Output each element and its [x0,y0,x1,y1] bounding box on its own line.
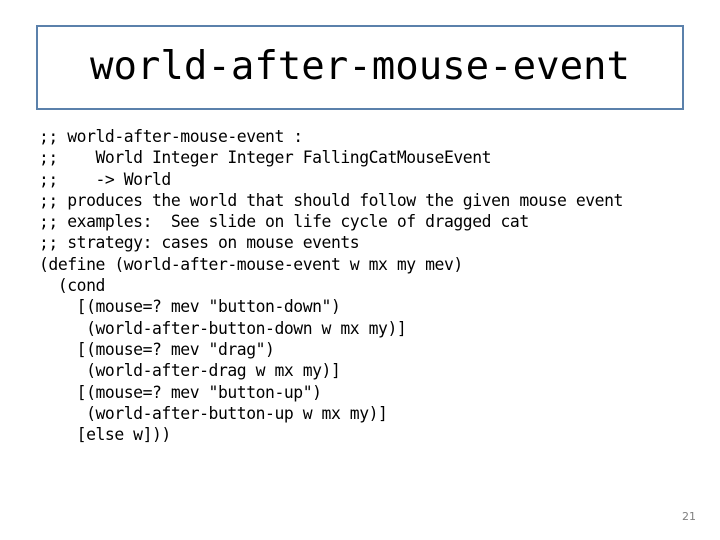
code-line: ;; examples: See slide on life cycle of … [39,212,529,232]
code-line: [(mouse=? mev "drag") [39,339,275,359]
code-line: ;; produces the world that should follow… [39,190,623,210]
code-line: (world-after-button-down w mx my)] [39,318,407,338]
code-line: ;; World Integer Integer FallingCatMouse… [39,148,492,168]
slide: world-after-mouse-event ;; world-after-m… [0,0,720,540]
code-line: (world-after-drag w mx my)] [39,361,341,381]
code-line: [(mouse=? mev "button-up") [39,382,322,402]
title-box: world-after-mouse-event [36,25,684,110]
code-line: [else w])) [39,425,172,445]
code-block: ;; world-after-mouse-event : ;; World Int… [39,126,699,445]
page-title: world-after-mouse-event [89,44,631,89]
code-line: ;; world-after-mouse-event : [39,127,303,146]
code-line: ;; -> World [39,169,171,189]
code-line: (define (world-after-mouse-event w mx my… [39,254,463,274]
code-line: ;; strategy: cases on mouse events [39,233,360,253]
code-line: (world-after-button-up w mx my)] [39,403,388,423]
code-line: [(mouse=? mev "button-down") [39,297,341,317]
page-number: 21 [682,510,696,523]
code-line: (cond [39,276,106,296]
